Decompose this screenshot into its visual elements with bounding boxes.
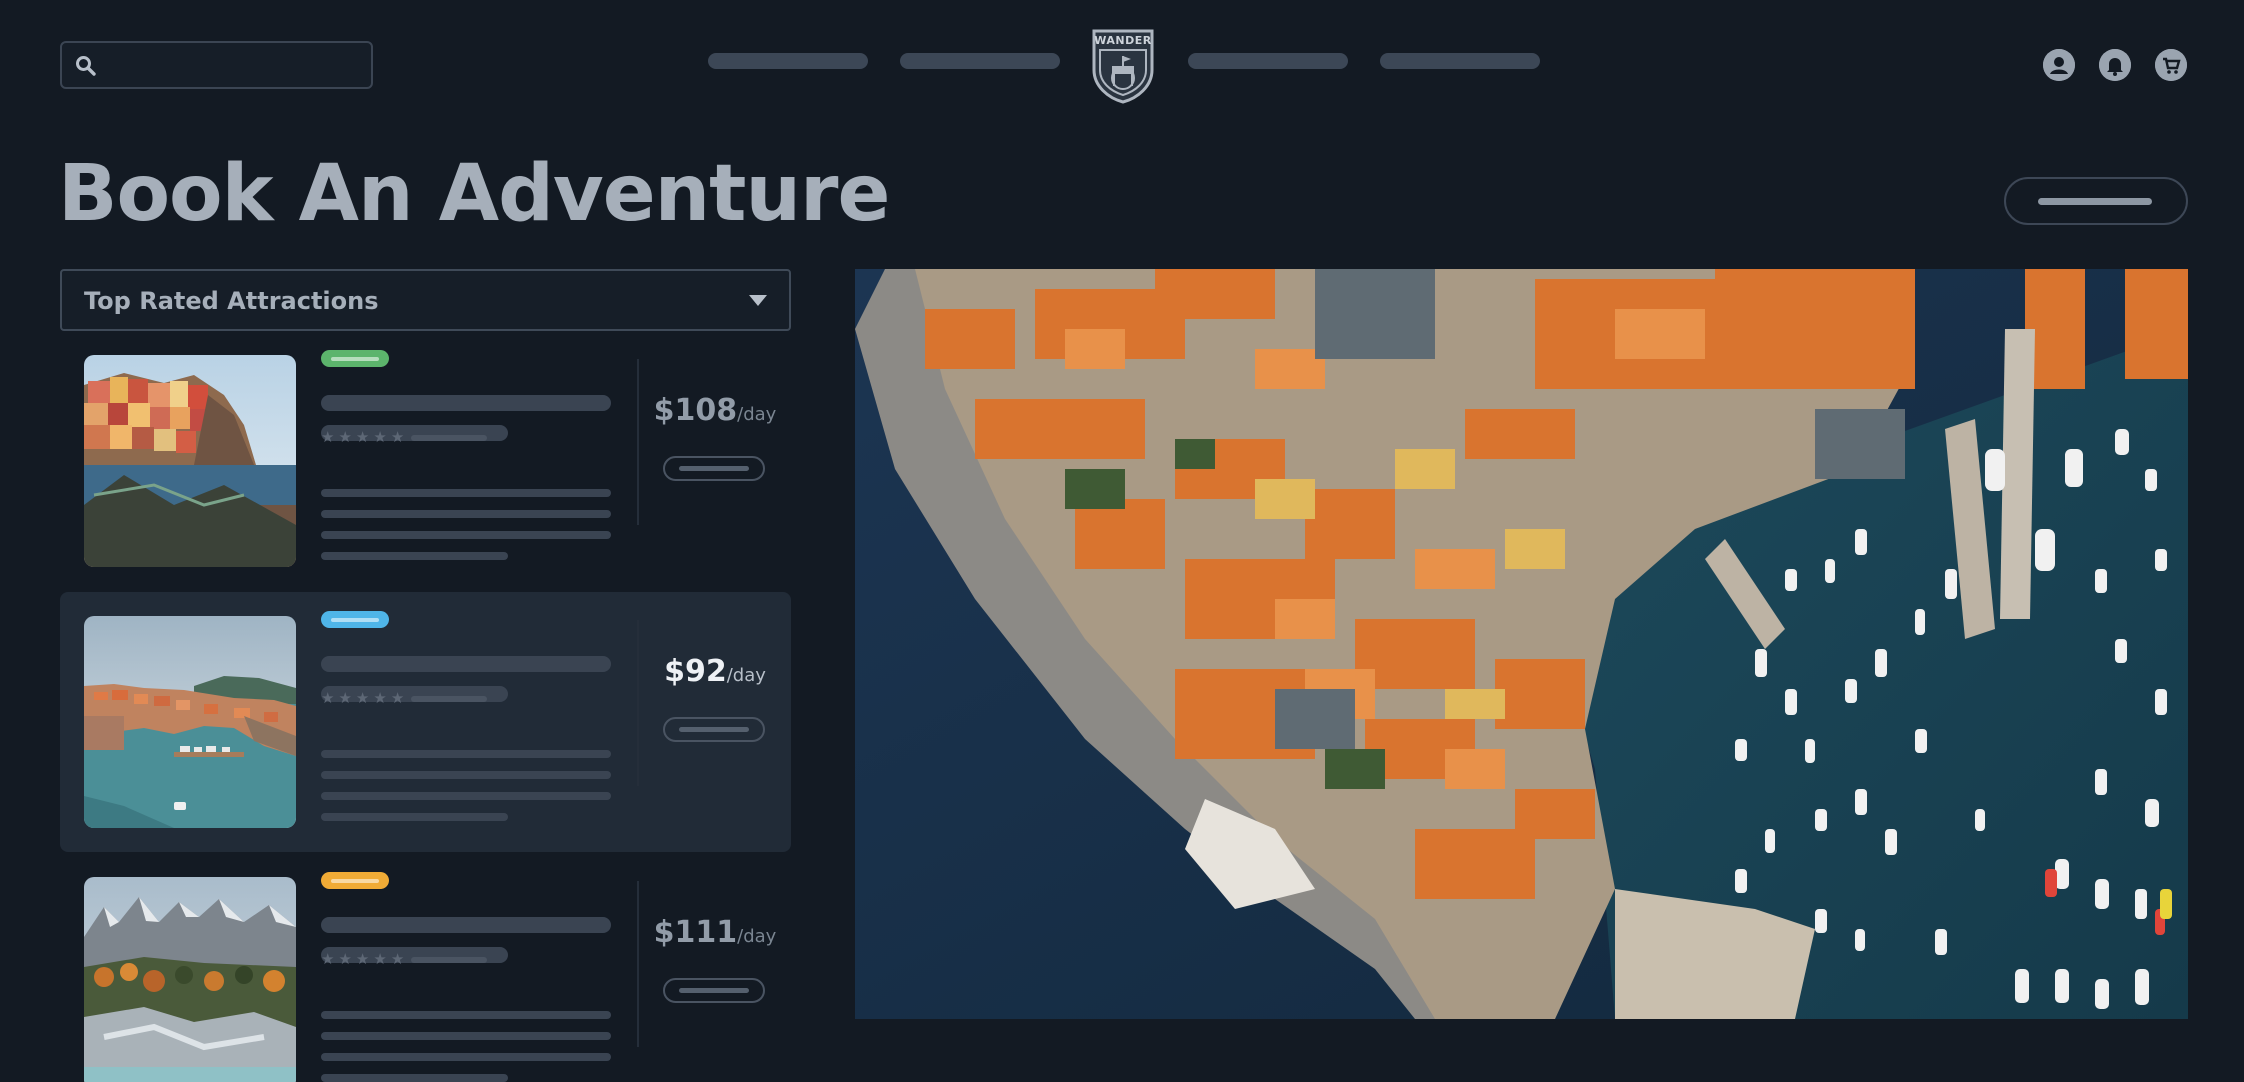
half-star-icon: ★	[390, 950, 405, 968]
star-rating: ★ ★ ★ ★ ★	[321, 952, 404, 967]
nav-item-3[interactable]	[1188, 53, 1348, 69]
destination-hero-image	[855, 269, 2188, 1019]
nav-item-1[interactable]	[708, 53, 868, 69]
book-button[interactable]	[663, 978, 765, 1003]
page-title: Book An Adventure	[58, 149, 890, 239]
header-action-button[interactable]	[2004, 177, 2188, 225]
desc-line	[321, 552, 508, 560]
cart-icon[interactable]	[2155, 49, 2187, 81]
price: $92/day	[664, 654, 766, 689]
star-icon: ★	[373, 428, 387, 446]
dropdown-selected-value: Top Rated Attractions	[84, 287, 379, 315]
price: $108/day	[653, 393, 777, 428]
desc-line	[321, 771, 611, 779]
listing-thumbnail	[84, 355, 296, 567]
half-star-icon: ★	[390, 689, 405, 707]
search-input[interactable]	[60, 41, 373, 89]
wander-logo[interactable]: WANDER	[1090, 28, 1156, 104]
desc-line	[321, 1032, 611, 1040]
desc-line	[321, 1074, 508, 1082]
category-tag	[321, 611, 389, 628]
notification-bell-icon[interactable]	[2099, 49, 2131, 81]
star-icon: ★	[321, 428, 335, 446]
star-icon: ★	[321, 689, 335, 707]
title-placeholder	[321, 395, 611, 411]
star-icon: ★	[355, 689, 370, 707]
listing-card[interactable]: ★ ★ ★ ★ ★ $111/day	[60, 853, 791, 1082]
desc-line	[321, 510, 611, 518]
star-icon: ★	[338, 950, 352, 968]
desc-line	[321, 1053, 611, 1061]
desc-line	[321, 531, 611, 539]
divider	[637, 620, 639, 786]
desc-line	[321, 750, 611, 758]
rating-count-placeholder	[411, 435, 487, 441]
divider	[637, 881, 639, 1047]
search-icon	[76, 56, 96, 76]
desc-line	[321, 813, 508, 821]
account-icon[interactable]	[2043, 49, 2075, 81]
star-icon: ★	[355, 428, 370, 446]
title-placeholder	[321, 656, 611, 672]
desc-line	[321, 1011, 611, 1019]
title-placeholder	[321, 917, 611, 933]
price: $111/day	[653, 915, 777, 950]
listing-thumbnail	[84, 877, 296, 1082]
logo-text: WANDER	[1094, 34, 1152, 47]
listing-card[interactable]: ★ ★ ★ ★ ★ $92/day	[60, 592, 791, 852]
rating-count-placeholder	[411, 696, 487, 702]
nav-item-4[interactable]	[1380, 53, 1540, 69]
star-icon: ★	[355, 950, 370, 968]
rating-count-placeholder	[411, 957, 487, 963]
star-rating: ★ ★ ★ ★ ★	[321, 430, 404, 445]
star-icon: ★	[373, 689, 387, 707]
category-tag	[321, 872, 389, 889]
listing-card[interactable]: ★ ★ ★ ★ ★ $108/day	[60, 331, 791, 591]
desc-line	[321, 489, 611, 497]
star-icon: ★	[373, 950, 387, 968]
desc-line	[321, 792, 611, 800]
chevron-down-icon	[749, 295, 767, 306]
sort-dropdown[interactable]: Top Rated Attractions	[60, 269, 791, 331]
book-button[interactable]	[663, 456, 765, 481]
book-button[interactable]	[663, 717, 765, 742]
half-star-icon: ★	[390, 428, 405, 446]
nav-item-2[interactable]	[900, 53, 1060, 69]
listing-thumbnail	[84, 616, 296, 828]
category-tag	[321, 350, 389, 367]
divider	[637, 359, 639, 525]
star-icon: ★	[321, 950, 335, 968]
star-icon: ★	[338, 428, 352, 446]
star-icon: ★	[338, 689, 352, 707]
star-rating: ★ ★ ★ ★ ★	[321, 691, 404, 706]
